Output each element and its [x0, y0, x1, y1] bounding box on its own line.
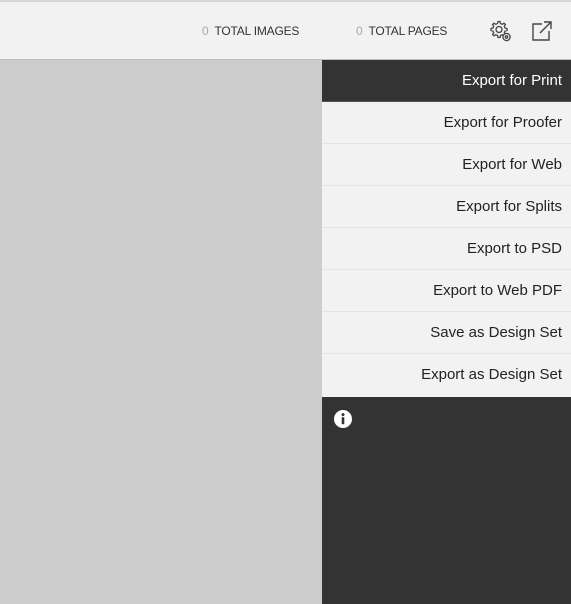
- total-images-stat: 0 TOTAL IMAGES: [202, 2, 299, 59]
- menu-item-save-as-design-set[interactable]: Save as Design Set: [322, 312, 571, 354]
- settings-gear-icon[interactable]: [489, 19, 513, 43]
- menu-item-export-for-print[interactable]: Export for Print: [322, 60, 571, 102]
- total-images-count: 0: [202, 24, 209, 38]
- total-pages-count: 0: [356, 24, 363, 38]
- export-menu: Export for Print Export for Proofer Expo…: [322, 60, 571, 397]
- total-pages-label: TOTAL PAGES: [368, 24, 448, 38]
- menu-item-export-to-web-pdf[interactable]: Export to Web PDF: [322, 270, 571, 312]
- menu-item-export-for-web[interactable]: Export for Web: [322, 144, 571, 186]
- export-panel: Export for Print Export for Proofer Expo…: [322, 60, 571, 604]
- export-external-icon[interactable]: [530, 19, 554, 43]
- menu-item-export-for-proofer[interactable]: Export for Proofer: [322, 102, 571, 144]
- header-bar: 0 TOTAL IMAGES 0 TOTAL PAGES: [0, 2, 571, 60]
- menu-item-export-to-psd[interactable]: Export to PSD: [322, 228, 571, 270]
- total-images-label: TOTAL IMAGES: [214, 24, 300, 38]
- info-icon[interactable]: [333, 409, 353, 429]
- canvas-area: [0, 60, 322, 604]
- menu-item-export-for-splits[interactable]: Export for Splits: [322, 186, 571, 228]
- menu-item-export-as-design-set[interactable]: Export as Design Set: [322, 354, 571, 397]
- total-pages-stat: 0 TOTAL PAGES: [356, 2, 447, 59]
